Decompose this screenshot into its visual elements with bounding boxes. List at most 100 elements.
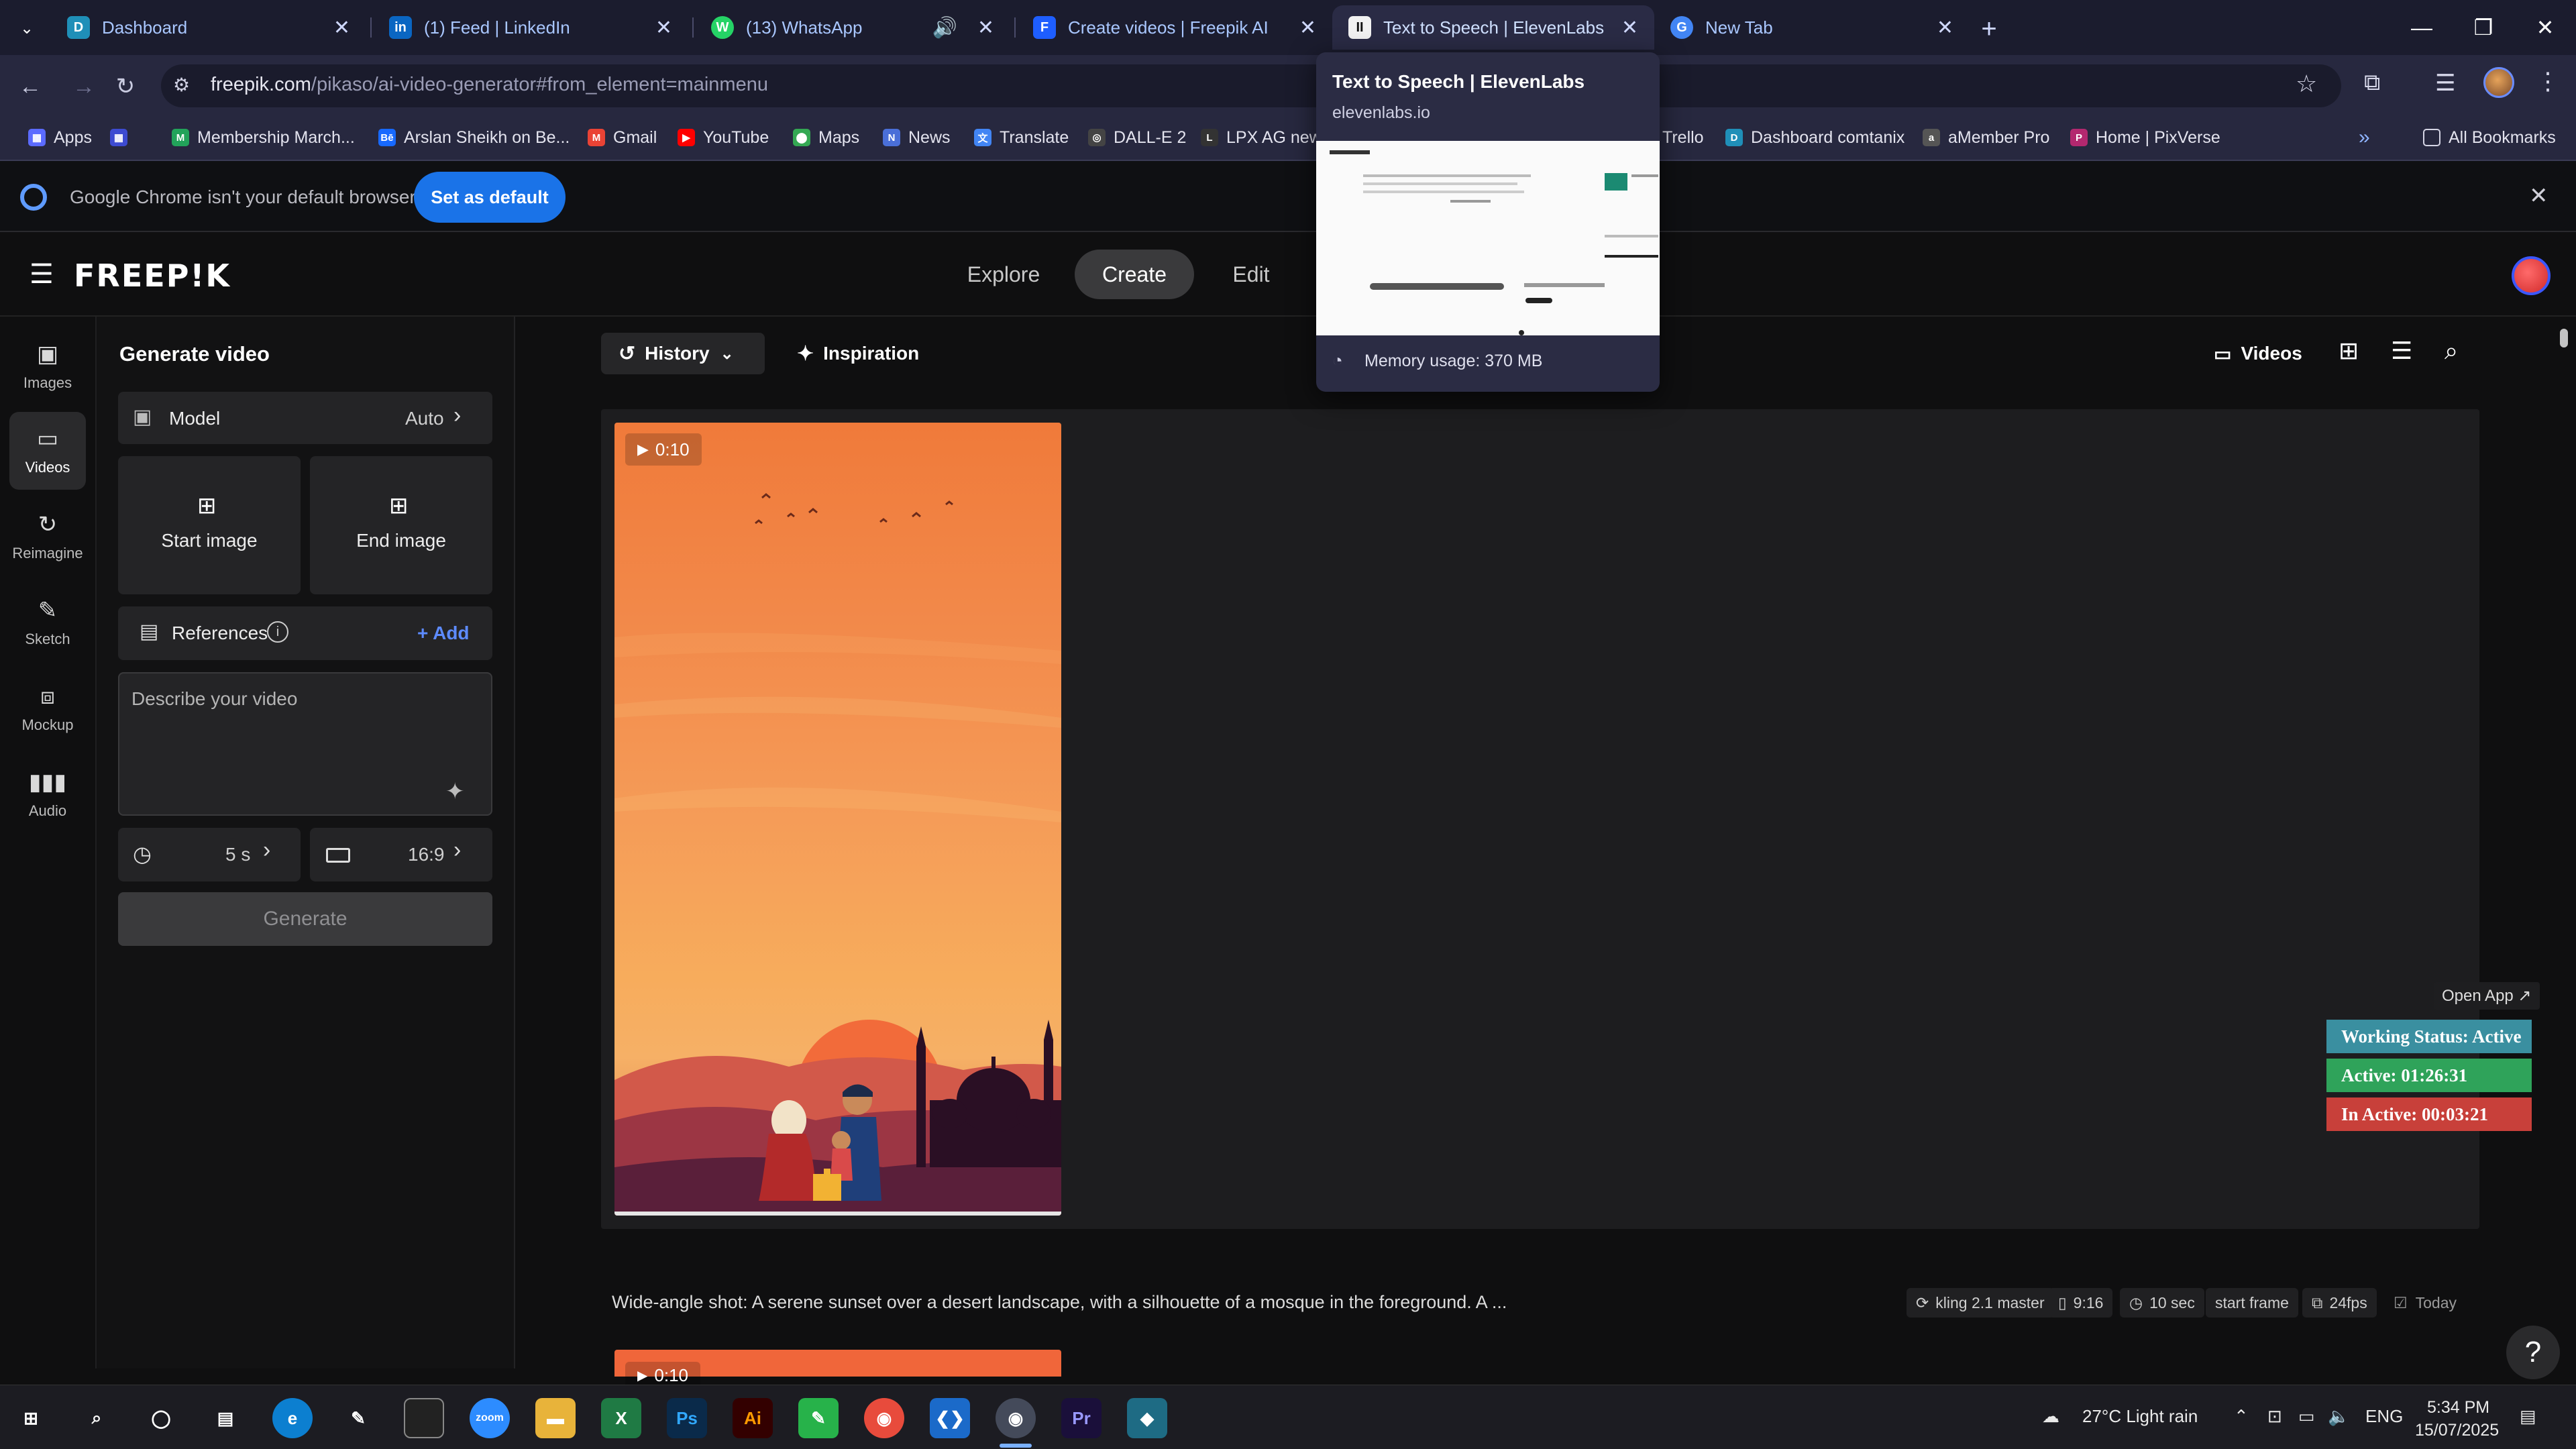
weather-text[interactable]: 27°C Light rain [2082, 1406, 2198, 1427]
tab-elevenlabs[interactable]: II Text to Speech | ElevenLabs ✕ [1332, 5, 1654, 50]
close-icon[interactable]: ✕ [1299, 16, 1316, 40]
user-avatar[interactable] [2512, 256, 2551, 295]
tab-whatsapp[interactable]: W (13) WhatsApp 🔊 ✕ [695, 5, 1010, 50]
generate-button[interactable]: Generate [118, 892, 492, 946]
forward-arrow-icon[interactable]: → [67, 70, 101, 103]
bookmark-translate[interactable]: 文 Translate [974, 122, 1069, 153]
scrollbar[interactable] [2560, 329, 2568, 347]
new-tab-plus-icon[interactable]: + [1972, 12, 2006, 46]
menu-kebab-icon[interactable]: ⋮ [2536, 67, 2560, 95]
tab-dashboard[interactable]: D Dashboard ✕ [51, 5, 366, 50]
prompt-caption[interactable]: Wide-angle shot: A serene sunset over a … [612, 1292, 1507, 1313]
infobar-close-icon[interactable]: ✕ [2529, 182, 2548, 209]
info-icon[interactable]: i [267, 621, 288, 643]
close-window-icon[interactable]: ✕ [2514, 0, 2576, 55]
bookmark-pixverse[interactable]: P Home | PixVerse [2070, 122, 2220, 153]
zoom-icon[interactable]: zoom [470, 1398, 510, 1438]
meet-icon[interactable]: ⊡ [2267, 1406, 2282, 1427]
rail-item-videos[interactable]: ▭ Videos [9, 412, 86, 490]
rail-item-reimagine[interactable]: ↻ Reimagine [9, 498, 86, 576]
inspiration-button[interactable]: ✦ Inspiration [797, 333, 919, 374]
tab-new-tab[interactable]: G New Tab ✕ [1654, 5, 1970, 50]
video-thumbnail[interactable] [614, 423, 1061, 1216]
bookmark-maps[interactable]: ⬤ Maps [793, 122, 859, 153]
restore-icon[interactable]: ❐ [2453, 0, 2514, 55]
videos-filter-button[interactable]: ▭ Videos [2214, 333, 2302, 374]
bookmark-membership[interactable]: M Membership March... [172, 122, 355, 153]
chrome-profile-icon[interactable]: ◉ [996, 1398, 1036, 1438]
end-image-slot[interactable] [310, 456, 492, 594]
green-app-icon[interactable]: ✎ [798, 1398, 839, 1438]
rail-item-audio[interactable]: ▮▮▮ Audio [9, 755, 86, 833]
premiere-icon[interactable]: Pr [1061, 1398, 1102, 1438]
excel-icon[interactable]: X [601, 1398, 641, 1438]
close-icon[interactable]: ✕ [977, 16, 994, 40]
bookmark-news[interactable]: N News [883, 122, 951, 153]
open-app-button[interactable]: Open App ↗ [2434, 982, 2540, 1010]
bookmarks-overflow-icon[interactable]: » [2359, 122, 2370, 153]
illustrator-icon[interactable]: Ai [733, 1398, 773, 1438]
volume-icon[interactable]: 🔈 [2328, 1406, 2349, 1427]
app-diamond-icon[interactable]: ◆ [1127, 1398, 1167, 1438]
bookmark-dalle[interactable]: ◎ DALL-E 2 [1088, 122, 1186, 153]
sliders-icon[interactable]: ☰ [2391, 337, 2412, 365]
magic-wand-icon[interactable]: ✦ [445, 778, 465, 805]
tab-search-icon[interactable]: ☰ [2435, 70, 2455, 97]
bookmark-youtube[interactable]: ▶ YouTube [678, 122, 769, 153]
tray-chevron-icon[interactable]: ⌃ [2234, 1406, 2249, 1427]
bookmark-dashboard-comtanix[interactable]: D Dashboard comtanix [1725, 122, 1904, 153]
cortana-icon[interactable]: ◯ [141, 1398, 181, 1438]
search-icon[interactable]: ⌕ [76, 1398, 117, 1438]
history-dropdown[interactable]: ↺ History ⌄ [601, 333, 765, 374]
network-icon[interactable]: ▭ [2298, 1406, 2315, 1427]
clock-time[interactable]: 5:34 PM [2427, 1398, 2489, 1417]
clock-date[interactable]: 15/07/2025 [2415, 1421, 2499, 1440]
reload-icon[interactable]: ↻ [109, 70, 142, 103]
grid-view-icon[interactable]: ⊞ [2339, 337, 2359, 365]
rail-item-images[interactable]: ▣ Images [9, 327, 86, 405]
minimize-icon[interactable]: — [2391, 0, 2453, 55]
bookmark-all[interactable]: All Bookmarks [2423, 122, 2556, 153]
help-button[interactable]: ? [2506, 1326, 2560, 1379]
tab-freepik[interactable]: F Create videos | Freepik AI ✕ [1017, 5, 1332, 50]
nav-explore[interactable]: Explore [951, 250, 1056, 299]
close-icon[interactable]: ✕ [1621, 16, 1638, 40]
checkbox-icon[interactable]: ☑ [2394, 1294, 2408, 1312]
notifications-icon[interactable]: ▤ [2520, 1406, 2536, 1427]
close-icon[interactable]: ✕ [1937, 16, 1953, 40]
terminal-icon[interactable] [404, 1398, 444, 1438]
tab-linkedin[interactable]: in (1) Feed | LinkedIn ✕ [373, 5, 688, 50]
edge-icon[interactable]: e [272, 1398, 313, 1438]
set-as-default-button[interactable]: Set as default [414, 172, 566, 223]
bookmark-star-icon[interactable]: ☆ [2296, 70, 2317, 98]
speaker-icon[interactable]: 🔊 [932, 16, 957, 40]
chrome-icon[interactable]: ◉ [864, 1398, 904, 1438]
close-icon[interactable]: ✕ [333, 16, 350, 40]
freepik-logo[interactable]: FREEP!K [74, 258, 231, 294]
hamburger-menu-icon[interactable]: ☰ [30, 259, 54, 290]
file-explorer-icon[interactable]: ▬ [535, 1398, 576, 1438]
tab-search-button[interactable]: ⌄ [12, 13, 42, 43]
rail-item-mockup[interactable]: ⧈ Mockup [9, 669, 86, 747]
site-settings-icon[interactable]: ⚙ [173, 74, 190, 96]
bookmark-grid[interactable]: ▦ [110, 122, 136, 153]
bookmark-amember[interactable]: a aMember Pro [1923, 122, 2049, 153]
bookmark-lpx[interactable]: L LPX AG new [1201, 122, 1322, 153]
extensions-icon[interactable]: ⧉ [2364, 70, 2380, 96]
bookmark-apps[interactable]: ▦ Apps [28, 122, 92, 153]
vscode-icon[interactable]: ❮❯ [930, 1398, 970, 1438]
pen-icon[interactable]: ✎ [338, 1398, 378, 1438]
add-reference-button[interactable]: + Add [417, 623, 470, 644]
windows-start-icon[interactable]: ⊞ [11, 1398, 51, 1438]
close-icon[interactable]: ✕ [655, 16, 672, 40]
back-arrow-icon[interactable]: ← [13, 70, 47, 103]
nav-create[interactable]: Create [1075, 250, 1194, 299]
bookmark-trello[interactable]: Trello [1662, 122, 1704, 153]
bookmark-gmail[interactable]: M Gmail [588, 122, 657, 153]
photoshop-icon[interactable]: Ps [667, 1398, 707, 1438]
start-image-slot[interactable] [118, 456, 301, 594]
bookmark-behance[interactable]: Bē Arslan Sheikh on Be... [378, 122, 570, 153]
profile-avatar[interactable] [2483, 67, 2514, 98]
nav-edit[interactable]: Edit [1208, 250, 1295, 299]
task-view-icon[interactable]: ▤ [205, 1398, 246, 1438]
